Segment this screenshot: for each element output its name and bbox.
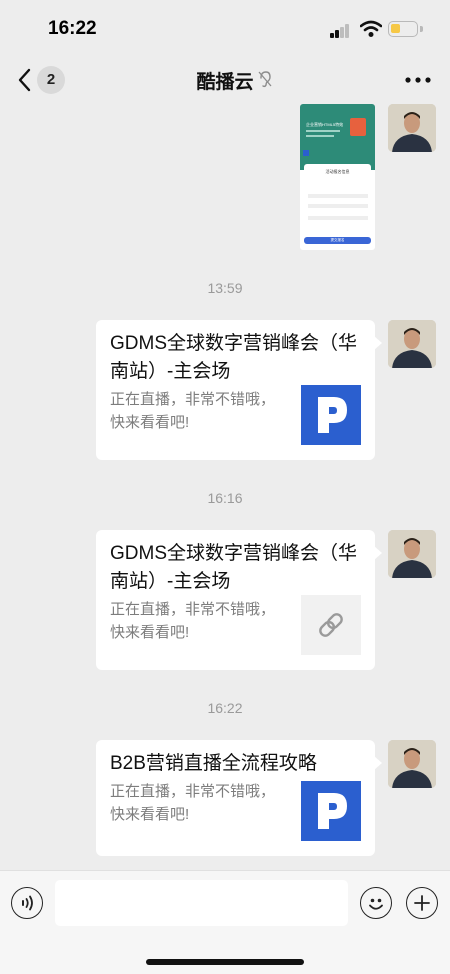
link-card[interactable]: GDMS全球数字营销峰会（华南站）-主会场 正在直播，非常不错哦，快来看看吧! (96, 530, 382, 670)
avatar[interactable] (388, 320, 436, 368)
card-description: 正在直播，非常不错哦，快来看看吧! (110, 391, 276, 431)
link-card[interactable]: B2B营销直播全流程攻略 正在直播，非常不错哦，快来看看吧! (96, 740, 382, 856)
mute-icon (258, 71, 272, 88)
timestamp: 16:16 (207, 490, 243, 506)
battery-icon (388, 21, 418, 37)
emoji-button[interactable] (360, 887, 392, 919)
chat-title: 酷播云 (196, 72, 254, 93)
avatar[interactable] (388, 740, 436, 788)
voice-icon (22, 895, 33, 911)
card-title: B2B营销直播全流程攻略 (110, 753, 317, 774)
kubo-logo-icon (301, 781, 361, 841)
signal-icon (330, 24, 350, 38)
card-description: 正在直播，非常不错哦，快来看看吧! (110, 783, 276, 823)
timestamp: 13:59 (207, 280, 243, 296)
avatar[interactable] (388, 530, 436, 578)
battery-level (391, 24, 400, 33)
link-icon (301, 595, 361, 655)
card-description: 正在直播，非常不错哦，快来看看吧! (110, 601, 276, 641)
kubo-logo-icon (301, 385, 361, 445)
link-card[interactable]: GDMS全球数字营销峰会（华南站）-主会场 正在直播，非常不错哦，快来看看吧! (96, 320, 382, 460)
more-icon[interactable] (405, 76, 431, 84)
timestamp: 16:22 (207, 700, 243, 716)
image-message[interactable]: 企业营销HTML5特效 活动报名信息 提交报名 (300, 104, 375, 250)
more-actions-button[interactable] (406, 887, 438, 919)
status-time: 16:22 (48, 18, 97, 39)
message-input[interactable] (55, 880, 348, 926)
avatar[interactable] (388, 104, 436, 152)
plus-icon (414, 895, 430, 911)
card-title: GDMS全球数字营销峰会（华南站）-主会场 (110, 543, 358, 592)
status-bar: 16:22 (0, 0, 450, 56)
image-submit: 提交报名 (304, 237, 371, 244)
image-heading: 企业营销HTML5特效 (306, 122, 344, 127)
wifi-icon (360, 20, 382, 37)
card-title: GDMS全球数字营销峰会（华南站）-主会场 (110, 333, 358, 382)
home-indicator[interactable] (146, 959, 304, 965)
chat-area[interactable]: 企业营销HTML5特效 活动报名信息 提交报名 13:59 GDMS全球数字营销… (0, 104, 450, 870)
nav-bar: 2 酷播云 (0, 56, 450, 104)
voice-button[interactable] (11, 887, 43, 919)
input-bar (0, 870, 450, 974)
image-form-title: 活动报名信息 (325, 169, 350, 174)
html5-icon (350, 118, 366, 136)
emoji-icon (369, 898, 383, 910)
